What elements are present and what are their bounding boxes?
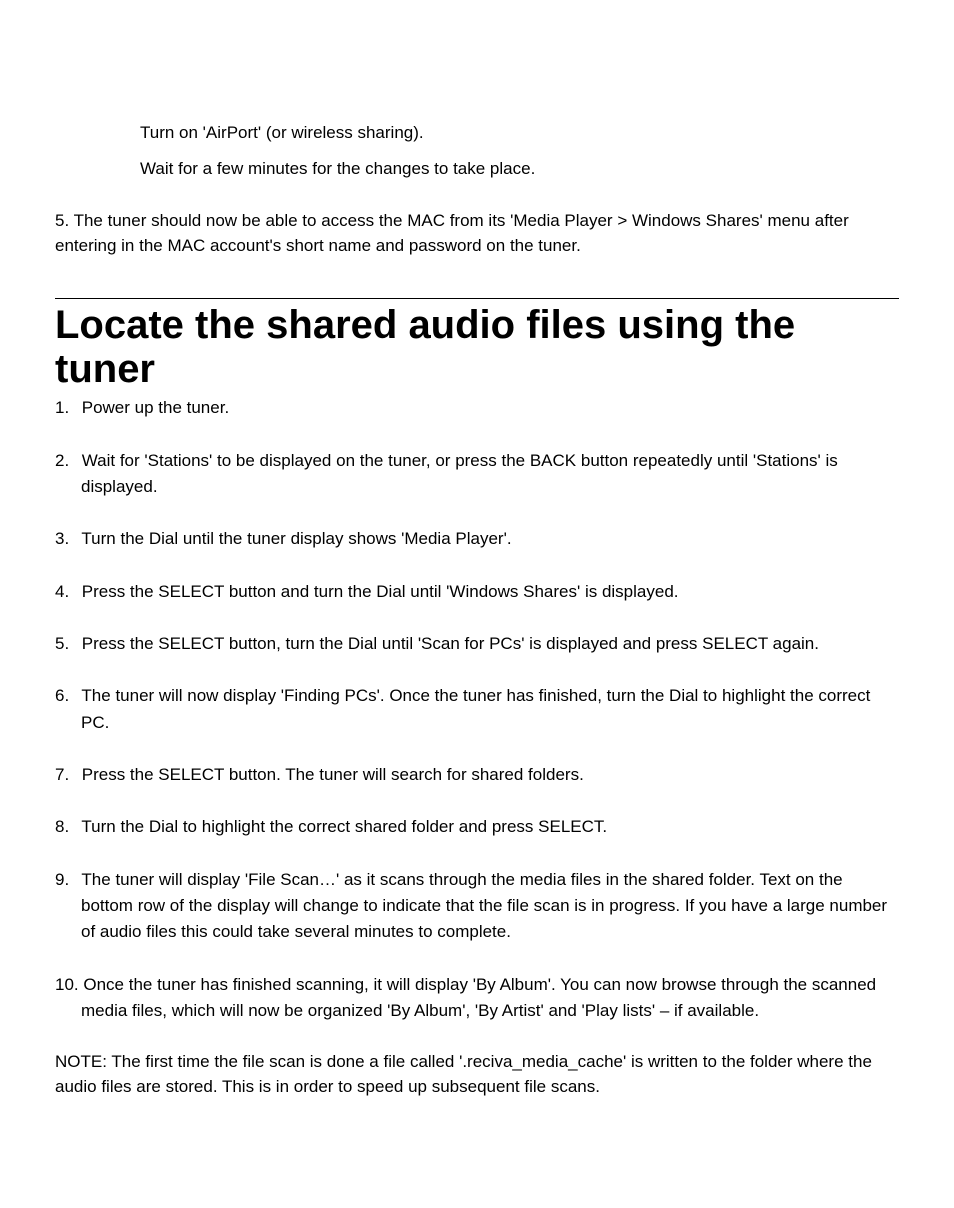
- document-page: Turn on 'AirPort' (or wireless sharing).…: [0, 0, 954, 1208]
- step-text: Press the SELECT button. The tuner will …: [82, 765, 584, 784]
- note-paragraph: NOTE: The first time the file scan is do…: [55, 1050, 899, 1099]
- step-item: 5. Press the SELECT button, turn the Dia…: [55, 631, 899, 657]
- step-item: 4. Press the SELECT button and turn the …: [55, 579, 899, 605]
- intro-paragraph: 5. The tuner should now be able to acces…: [55, 209, 899, 258]
- step-item: 1. Power up the tuner.: [55, 395, 899, 421]
- intro-indent-block: Turn on 'AirPort' (or wireless sharing).…: [140, 120, 899, 181]
- intro-line-2: Wait for a few minutes for the changes t…: [140, 156, 899, 182]
- step-text: Turn the Dial to highlight the correct s…: [81, 817, 607, 836]
- step-text: Press the SELECT button, turn the Dial u…: [82, 634, 819, 653]
- step-item: 2. Wait for 'Stations' to be displayed o…: [55, 448, 899, 501]
- section-divider: [55, 298, 899, 299]
- step-text: Wait for 'Stations' to be displayed on t…: [81, 451, 838, 496]
- intro-line-1: Turn on 'AirPort' (or wireless sharing).: [140, 120, 899, 146]
- section-title: Locate the shared audio files using the …: [55, 303, 899, 391]
- step-item: 3. Turn the Dial until the tuner display…: [55, 526, 899, 552]
- step-item: 7. Press the SELECT button. The tuner wi…: [55, 762, 899, 788]
- steps-list: 1. Power up the tuner. 2. Wait for 'Stat…: [55, 395, 899, 1024]
- step-text: Once the tuner has finished scanning, it…: [81, 975, 876, 1020]
- step-text: The tuner will display 'File Scan…' as i…: [81, 870, 887, 942]
- step-item: 10. Once the tuner has finished scanning…: [55, 972, 899, 1025]
- step-text: Power up the tuner.: [82, 398, 229, 417]
- step-item: 8. Turn the Dial to highlight the correc…: [55, 814, 899, 840]
- step-item: 6. The tuner will now display 'Finding P…: [55, 683, 899, 736]
- step-text: Press the SELECT button and turn the Dia…: [82, 582, 679, 601]
- step-text: The tuner will now display 'Finding PCs'…: [81, 686, 870, 731]
- step-text: Turn the Dial until the tuner display sh…: [81, 529, 511, 548]
- step-item: 9. The tuner will display 'File Scan…' a…: [55, 867, 899, 946]
